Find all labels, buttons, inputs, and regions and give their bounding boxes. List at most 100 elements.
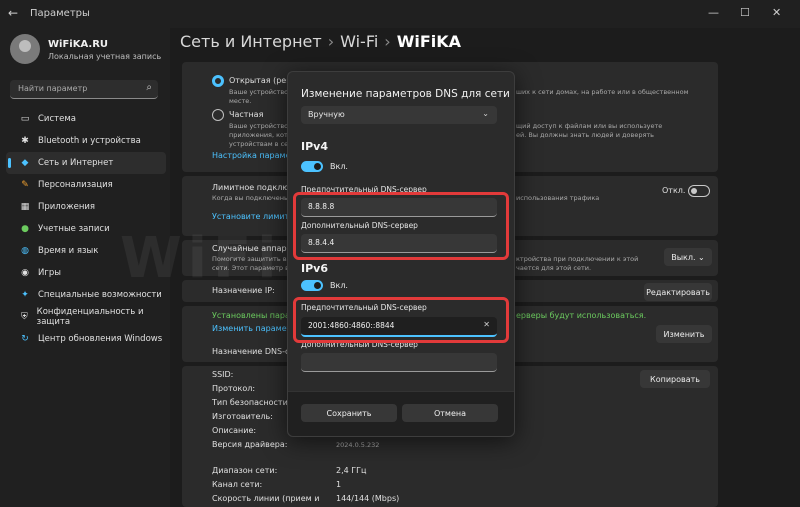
metered-toggle[interactable] xyxy=(688,185,710,197)
band-label: Диапазон сети: xyxy=(212,466,278,475)
public-label: Открытая (реко xyxy=(229,76,296,85)
gamepad-icon: ◉ xyxy=(21,268,29,278)
title-bar: ← Параметры — ☐ ✕ xyxy=(0,0,800,28)
sidebar-item-personalization[interactable]: ✎ Персонализация xyxy=(6,174,166,196)
change-dns-button[interactable]: Изменить xyxy=(656,325,712,343)
private-desc-right: щий доступ к файлам или вы используете xyxy=(516,122,663,130)
sidebar-item-windows-update[interactable]: ↻ Центр обновления Windows xyxy=(6,328,166,350)
save-button[interactable]: Сохранить xyxy=(301,404,397,422)
copy-button[interactable]: Копировать xyxy=(640,370,710,388)
link-speed-value: 144/144 (Mbps) xyxy=(336,494,400,503)
metered-desc-right: использования трафика xyxy=(516,194,600,202)
breadcrumb-separator: › xyxy=(384,32,391,51)
private-desc-3: устройствам в сет xyxy=(229,140,292,148)
dns-status: Установлены пара xyxy=(212,311,290,320)
prop-ssid: SSID: xyxy=(212,370,234,379)
prop-description: Описание: xyxy=(212,426,257,435)
sidebar-item-bluetooth[interactable]: ✱ Bluetooth и устройства xyxy=(6,130,166,152)
sidebar-item-label: Учетные записи xyxy=(38,224,110,234)
sidebar-item-label: Приложения xyxy=(38,202,96,212)
system-icon: ▭ xyxy=(20,114,30,124)
sidebar-item-apps[interactable]: ▦ Приложения xyxy=(6,196,166,218)
random-mac-desc-2-right: чается для этой сети. xyxy=(516,264,592,272)
update-icon: ↻ xyxy=(21,334,29,344)
sidebar-item-network[interactable]: ◆ Сеть и Интернет xyxy=(6,152,166,174)
arrow-left-icon[interactable]: ← xyxy=(8,6,18,20)
dns-mode-value: Вручную xyxy=(308,110,345,119)
ipv4-dns-highlight xyxy=(293,192,509,260)
ipv6-toggle[interactable] xyxy=(301,280,323,291)
channel-value: 1 xyxy=(336,480,342,489)
private-label: Частная xyxy=(229,110,264,119)
sidebar-item-label: Bluetooth и устройства xyxy=(38,136,141,146)
private-desc-2-right: ей. Вы должны знать людей и доверять xyxy=(516,131,654,139)
sidebar-item-label: Центр обновления Windows xyxy=(38,334,163,344)
radio-private[interactable] xyxy=(212,109,224,121)
public-desc-right: ших к сети домах, на работе или в общест… xyxy=(516,88,689,96)
wifi-icon: ◆ xyxy=(21,158,29,168)
sidebar-item-label: Специальные возможности xyxy=(38,290,162,300)
user-account-type: Локальная учетная запись xyxy=(48,52,162,61)
breadcrumb-wifi[interactable]: Wi-Fi xyxy=(340,32,378,51)
ipv4-toggle[interactable] xyxy=(301,161,323,172)
change-settings-link[interactable]: Изменить параметр xyxy=(212,324,296,333)
sidebar-item-privacy[interactable]: ⛨ Конфиденциальность и защита xyxy=(6,306,166,328)
breadcrumb-separator: › xyxy=(327,32,335,51)
close-icon[interactable]: ✕ xyxy=(772,6,781,19)
minimize-icon[interactable]: — xyxy=(708,6,719,19)
prop-driver-version: Версия драйвера: xyxy=(212,440,288,449)
dialog-title: Изменение параметров DNS для сети xyxy=(301,88,510,100)
metered-label: Лимитное подключ xyxy=(212,183,294,192)
brush-icon: ✎ xyxy=(21,180,29,190)
driver-version-value: 2024.0.5.232 xyxy=(336,441,380,449)
accessibility-icon: ✦ xyxy=(21,290,29,300)
prop-manufacturer: Изготовитель: xyxy=(212,412,273,421)
bluetooth-icon: ✱ xyxy=(21,136,29,146)
ipv6-alternate-dns-input[interactable] xyxy=(301,353,497,372)
chevron-down-icon: ⌄ xyxy=(482,109,489,118)
breadcrumb: Сеть и Интернет › Wi-Fi › WiFiKA xyxy=(180,32,461,51)
sidebar-item-label: Игры xyxy=(38,268,61,278)
ipv6-dns-highlight xyxy=(293,297,509,343)
random-mac-select[interactable]: Выкл. ⌄ xyxy=(664,248,712,266)
globe-icon: ◍ xyxy=(21,246,29,256)
private-desc-2: приложения, кото xyxy=(229,131,292,139)
sidebar-item-label: Персонализация xyxy=(38,180,113,190)
channel-label: Канал сети: xyxy=(212,480,263,489)
metered-desc: Когда вы подключены xyxy=(212,194,290,202)
sidebar-item-system[interactable]: ▭ Система xyxy=(6,108,166,130)
prop-protocol: Протокол: xyxy=(212,384,256,393)
band-value: 2,4 ГГц xyxy=(336,466,367,475)
sidebar-item-label: Сеть и Интернет xyxy=(38,158,114,168)
ipv4-toggle-label: Вкл. xyxy=(330,162,348,171)
random-mac-value: Выкл. xyxy=(671,252,696,262)
prop-security: Тип безопасности: xyxy=(212,398,291,407)
cancel-button[interactable]: Отмена xyxy=(402,404,498,422)
edit-ip-button[interactable]: Редактировать xyxy=(644,283,712,301)
search-placeholder: Найти параметр xyxy=(18,84,88,93)
avatar[interactable] xyxy=(10,34,40,64)
random-mac-desc-right: ктройства при подключении к этой xyxy=(516,255,639,263)
ipv6-toggle-label: Вкл. xyxy=(330,281,348,290)
breadcrumb-current: WiFiKA xyxy=(396,32,462,51)
public-desc: Ваше устройство н xyxy=(229,88,295,96)
sidebar-item-label: Конфиденциальность и защита xyxy=(36,307,144,327)
link-speed-label: Скорость линии (прием и xyxy=(212,494,320,503)
search-icon: ⌕ xyxy=(146,82,152,93)
maximize-icon[interactable]: ☐ xyxy=(740,6,750,19)
public-desc-2: месте. xyxy=(229,97,252,105)
user-name: WiFiKA.RU xyxy=(48,39,109,50)
ipv4-heading: IPv4 xyxy=(301,140,328,153)
dialog-footer: Сохранить Отмена xyxy=(288,391,514,436)
ipv6-heading: IPv6 xyxy=(301,262,328,275)
apps-icon: ▦ xyxy=(20,202,30,212)
search-input[interactable]: Найти параметр ⌕ xyxy=(10,80,158,99)
sidebar-item-label: Система xyxy=(38,114,76,124)
radio-public[interactable] xyxy=(212,75,224,87)
sidebar-item-label: Время и язык xyxy=(38,246,99,256)
dns-mode-select[interactable]: Вручную ⌄ xyxy=(301,106,497,124)
private-desc: Ваше устройство xyxy=(229,122,289,130)
metered-state: Откл. xyxy=(662,186,686,195)
window-title: Параметры xyxy=(30,8,90,19)
breadcrumb-network[interactable]: Сеть и Интернет xyxy=(180,32,322,51)
